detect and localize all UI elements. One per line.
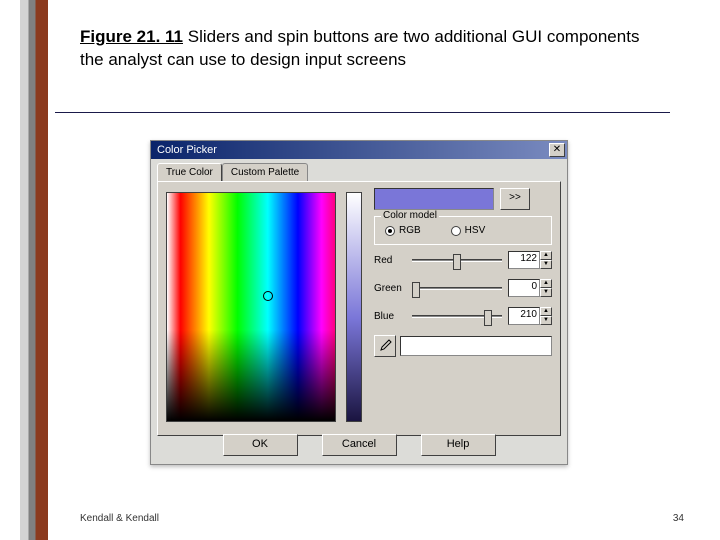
red-spin-value[interactable]: 122 <box>508 251 540 269</box>
red-spin-down[interactable]: ▼ <box>540 260 552 269</box>
green-spin-up[interactable]: ▲ <box>540 279 552 288</box>
color-picker-window: Color Picker ✕ True Color Custom Palette… <box>150 140 568 465</box>
green-spin-down[interactable]: ▼ <box>540 288 552 297</box>
green-label: Green <box>374 283 406 294</box>
close-button[interactable]: ✕ <box>549 143 565 157</box>
blue-row: Blue 210 ▲ ▼ <box>374 307 552 325</box>
color-model-group: Color model RGB HSV <box>374 216 552 245</box>
blue-slider[interactable] <box>412 315 502 318</box>
tab-true-color[interactable]: True Color <box>157 163 222 181</box>
green-row: Green 0 ▲ ▼ <box>374 279 552 297</box>
window-titlebar: Color Picker ✕ <box>151 141 567 159</box>
blue-label: Blue <box>374 311 406 322</box>
green-spin-value[interactable]: 0 <box>508 279 540 297</box>
add-swatch-button[interactable]: >> <box>500 188 530 210</box>
red-slider[interactable] <box>412 259 502 262</box>
ok-button[interactable]: OK <box>223 434 298 456</box>
color-cursor-icon[interactable] <box>263 291 273 301</box>
blue-spin-up[interactable]: ▲ <box>540 307 552 316</box>
slide-accent-stripe <box>20 0 48 540</box>
footer-credit: Kendall & Kendall <box>80 513 159 524</box>
radio-rgb-label: RGB <box>399 225 421 236</box>
eyedropper-icon <box>378 339 392 353</box>
red-label: Red <box>374 255 406 266</box>
cancel-button[interactable]: Cancel <box>322 434 397 456</box>
color-gradient-area[interactable] <box>166 192 336 422</box>
radio-hsv-label: HSV <box>465 225 486 236</box>
red-row: Red 122 ▲ ▼ <box>374 251 552 269</box>
caption-underline <box>55 112 670 113</box>
window-title: Color Picker <box>157 144 217 156</box>
eyedropper-button[interactable] <box>374 335 396 357</box>
blue-spin-value[interactable]: 210 <box>508 307 540 325</box>
footer-page-number: 34 <box>673 513 684 524</box>
green-slider[interactable] <box>412 287 502 290</box>
radio-rgb[interactable] <box>385 226 395 236</box>
dialog-button-row: OK Cancel Help <box>151 434 567 456</box>
value-strip[interactable] <box>346 192 362 422</box>
red-spin-up[interactable]: ▲ <box>540 251 552 260</box>
current-color-swatch <box>374 188 494 210</box>
radio-hsv[interactable] <box>451 226 461 236</box>
figure-label: Figure 21. 11 <box>80 27 183 46</box>
tab-strip: True Color Custom Palette <box>151 159 567 181</box>
eyedropper-output[interactable] <box>400 336 552 356</box>
true-color-panel: >> Color model RGB HSV Red <box>157 181 561 436</box>
help-button[interactable]: Help <box>421 434 496 456</box>
figure-caption: Figure 21. 11 Sliders and spin buttons a… <box>80 26 650 72</box>
blue-spin-down[interactable]: ▼ <box>540 316 552 325</box>
color-model-legend: Color model <box>381 210 439 221</box>
tab-custom-palette[interactable]: Custom Palette <box>222 163 308 181</box>
